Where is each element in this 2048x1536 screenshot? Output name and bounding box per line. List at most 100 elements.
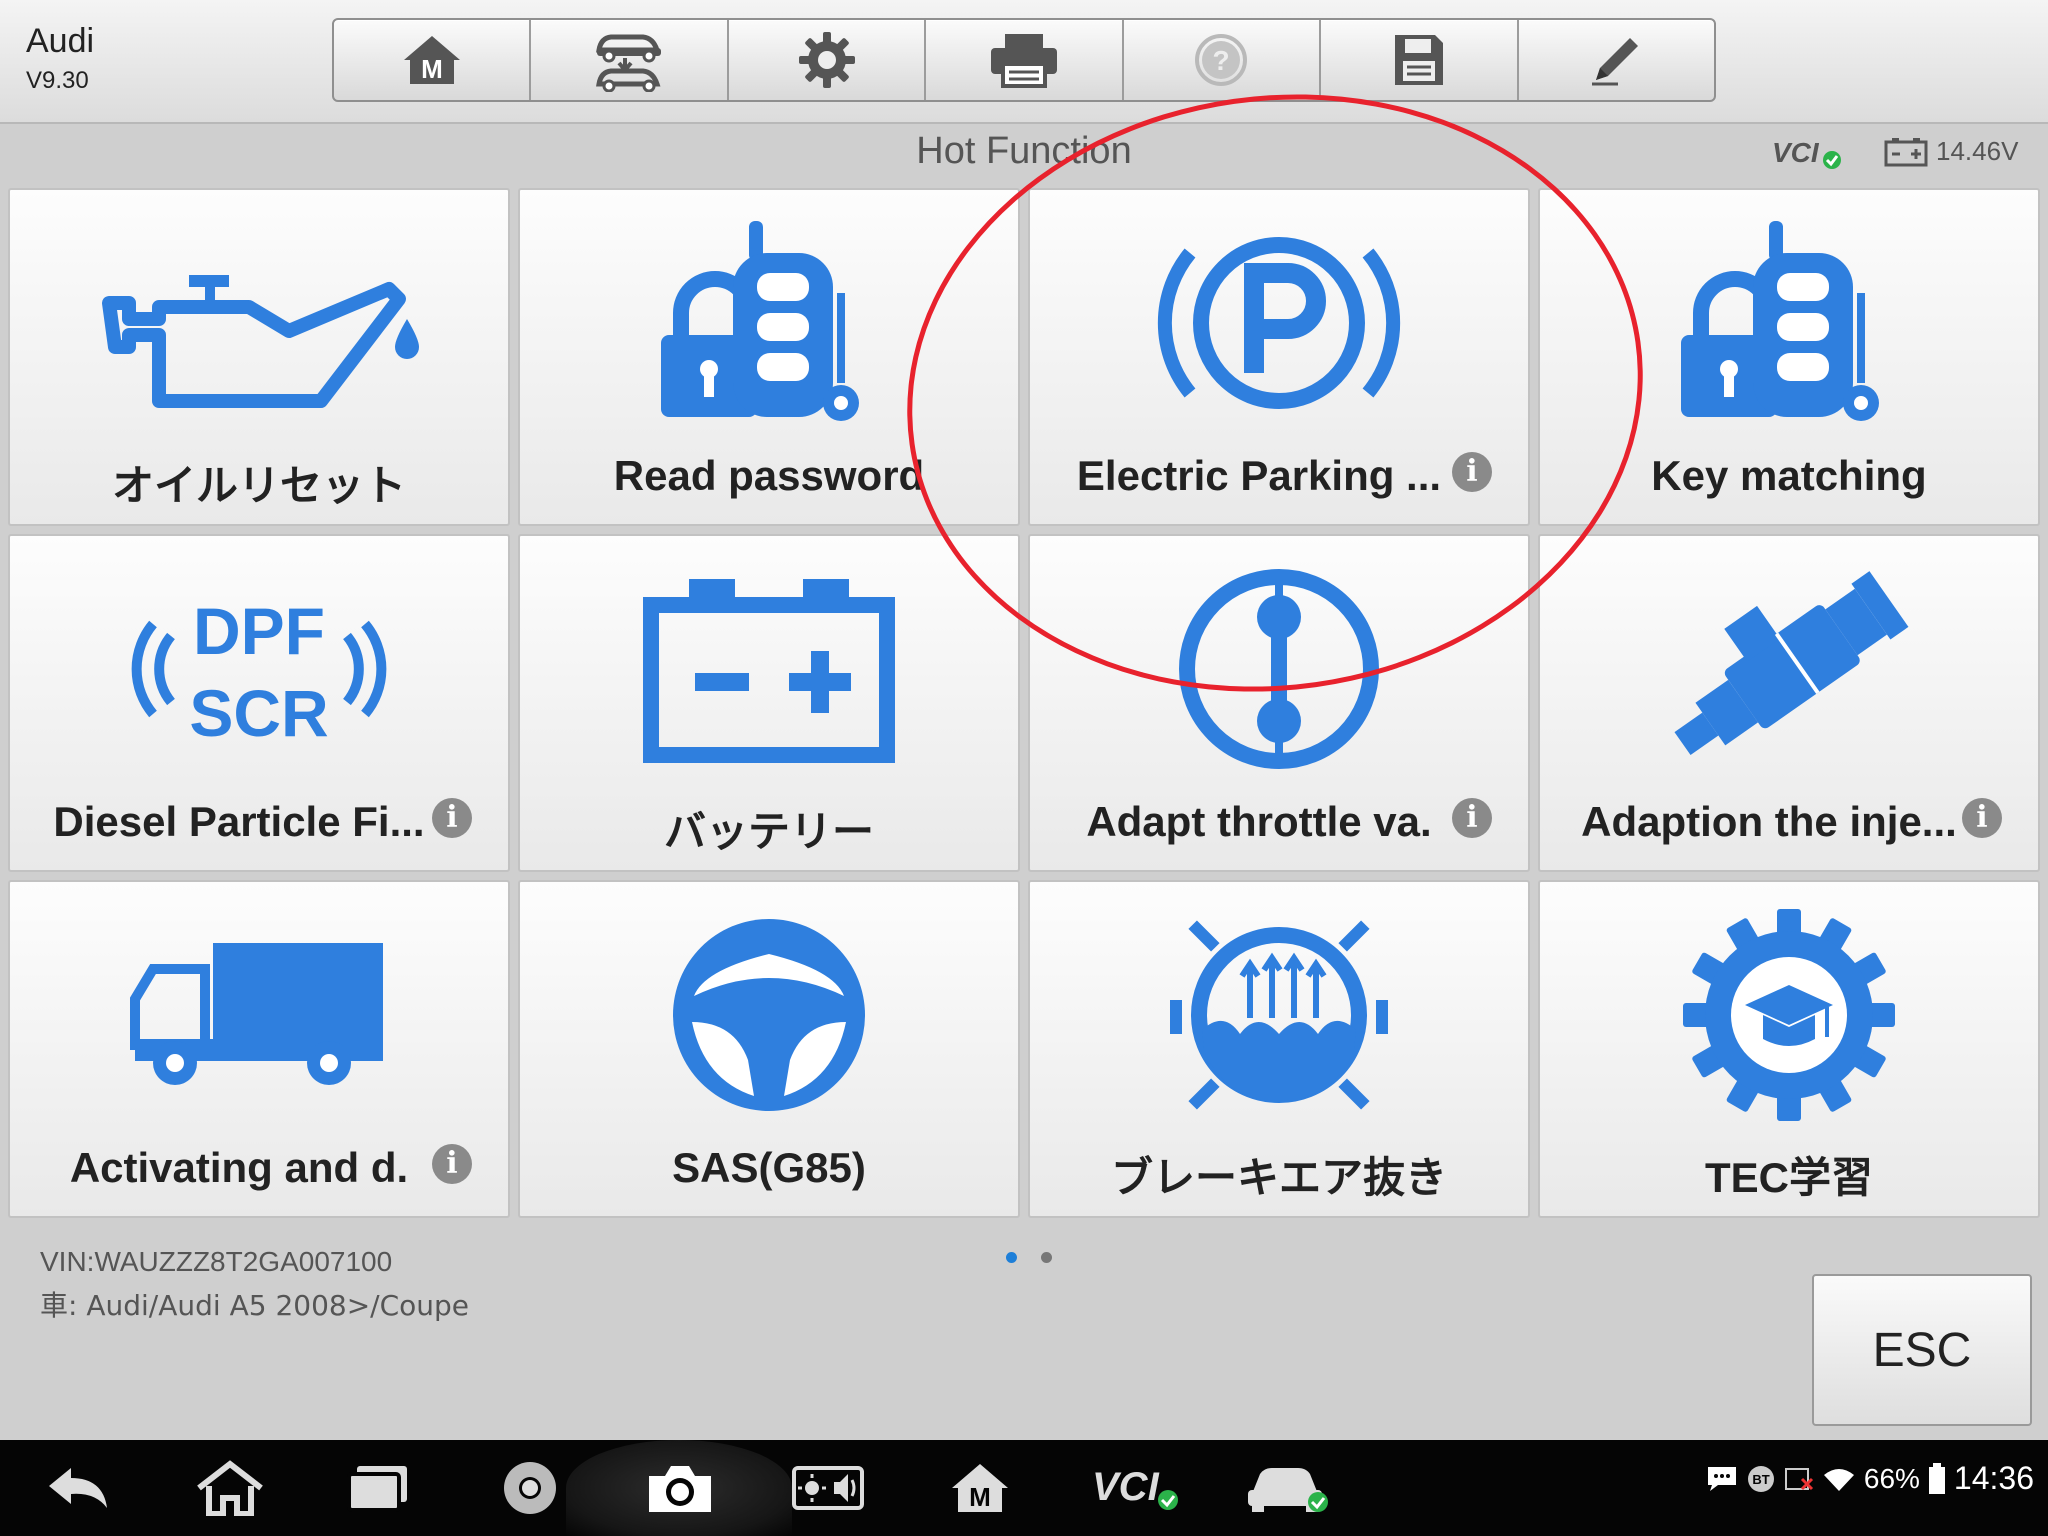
clock: 14:36 xyxy=(1953,1460,2034,1496)
battery-voltage-status: 14.46V xyxy=(1884,136,2018,167)
help-button[interactable]: ? xyxy=(1124,20,1322,100)
info-icon[interactable]: i xyxy=(1452,798,1492,838)
status-tray: BT 66% 14:36 xyxy=(1706,1460,2034,1497)
camera-icon xyxy=(649,1466,711,1512)
tile-label: Read password xyxy=(613,452,925,499)
print-button[interactable] xyxy=(926,20,1124,100)
maxisys-button[interactable]: M xyxy=(942,1454,1018,1522)
svg-text:M: M xyxy=(421,54,443,84)
info-icon[interactable]: i xyxy=(1452,452,1492,492)
dpf-text: DPF xyxy=(193,594,325,668)
camera-button[interactable] xyxy=(642,1454,718,1522)
vehicle-text: 車: Audi/Audi A5 2008>/Coupe xyxy=(40,1289,470,1322)
top-toolbar: M ? xyxy=(332,18,1716,102)
esc-button[interactable]: ESC xyxy=(1812,1274,2032,1426)
vci-button[interactable]: VCI xyxy=(1090,1454,1186,1522)
back-icon xyxy=(49,1468,107,1508)
vci-status-text: VCI xyxy=(1772,137,1820,168)
injector-icon xyxy=(1674,571,1909,756)
save-button[interactable] xyxy=(1321,20,1519,100)
m-home-icon: M xyxy=(403,36,460,84)
page-dot-1[interactable] xyxy=(1006,1252,1017,1263)
home-button[interactable] xyxy=(192,1454,268,1522)
tile-sas-g85[interactable]: SAS(G85) xyxy=(518,880,1020,1218)
info-icon[interactable]: i xyxy=(432,1144,472,1184)
steering-wheel-icon xyxy=(673,919,865,1111)
tile-label: SAS(G85) xyxy=(672,1144,866,1191)
brand-block: Audi V9.30 xyxy=(26,22,94,95)
chrome-button[interactable] xyxy=(492,1454,568,1522)
car-battery-icon xyxy=(1884,137,1928,166)
vehicle-status-button[interactable] xyxy=(1244,1454,1334,1522)
tile-activating[interactable]: Activating and d. i xyxy=(8,880,510,1218)
recent-apps-button[interactable] xyxy=(340,1454,416,1522)
page-dot-2[interactable] xyxy=(1041,1252,1052,1263)
floppy-icon xyxy=(1394,35,1443,85)
message-icon xyxy=(1707,1466,1736,1491)
tile-label: オイルリセット xyxy=(111,462,406,509)
tile-key-matching[interactable]: Key matching xyxy=(1538,188,2040,526)
tile-adaption-injector[interactable]: Adaption the inje... i xyxy=(1538,534,2040,872)
tile-tec-learning[interactable]: TEC学習 xyxy=(1538,880,2040,1218)
oil-can-icon xyxy=(102,275,419,408)
brightness-volume-button[interactable] xyxy=(790,1454,866,1522)
svg-text:M: M xyxy=(969,1482,991,1512)
vci-connected-icon: VCI xyxy=(1772,137,1841,169)
android-system-bar: M VCI BT 66% 14:36 xyxy=(0,1440,2048,1536)
tile-read-password[interactable]: Read password xyxy=(518,188,1020,526)
title-bar: Hot Function VCI 14.46V xyxy=(0,126,2048,180)
bluetooth-text: BT xyxy=(1752,1472,1769,1487)
tile-adapt-throttle[interactable]: Adapt throttle va. i xyxy=(1028,534,1530,872)
edit-button[interactable] xyxy=(1519,20,1714,100)
vci-text: VCI xyxy=(1092,1465,1160,1509)
settings-button[interactable] xyxy=(729,20,927,100)
wifi-icon xyxy=(1823,1468,1854,1491)
page-title: Hot Function xyxy=(916,130,1132,172)
hot-function-grid: オイルリセット Read password Electric Parking .… xyxy=(0,180,2048,1220)
vehicle-swap-icon xyxy=(596,34,662,92)
tile-diesel-particle-filter[interactable]: DPF SCR Diesel Particle Fi... i xyxy=(8,534,510,872)
tile-brake-bleed[interactable]: ブレーキエア抜き xyxy=(1028,880,1530,1218)
help-icon: ? xyxy=(1195,34,1248,86)
truck-icon xyxy=(130,943,383,1085)
page-indicator xyxy=(1006,1252,1052,1263)
battery-percent: 66% xyxy=(1863,1462,1920,1494)
battery-level-icon xyxy=(1928,1462,1945,1494)
key-fob-icon xyxy=(1681,221,1879,421)
software-version: V9.30 xyxy=(26,67,89,94)
tile-battery[interactable]: バッテリー xyxy=(518,534,1020,872)
gear-icon xyxy=(798,32,855,88)
vehicle-swap-button[interactable] xyxy=(531,20,729,100)
voltage-readout: 14.46V xyxy=(1936,136,2019,166)
dpf-scr-icon: DPF SCR xyxy=(131,594,387,750)
vehicle-status-icon xyxy=(1248,1468,1328,1512)
bluetooth-icon: BT xyxy=(1747,1465,1774,1492)
throttle-valve-icon xyxy=(1179,569,1379,769)
battery-icon xyxy=(643,579,895,763)
vci-icon: VCI xyxy=(1092,1465,1178,1510)
pencil-icon xyxy=(1592,38,1639,86)
back-button[interactable] xyxy=(40,1454,116,1522)
recent-apps-icon xyxy=(347,1466,407,1512)
info-icon[interactable]: i xyxy=(432,798,472,838)
tile-label: ブレーキエア抜き xyxy=(1110,1154,1447,1201)
tile-label: TEC学習 xyxy=(1704,1154,1873,1201)
tile-oil-reset[interactable]: オイルリセット xyxy=(8,188,510,526)
vci-status: VCI xyxy=(1770,134,1846,174)
parking-brake-icon xyxy=(1157,237,1401,409)
brake-bleed-icon xyxy=(1170,920,1388,1110)
vin-text: VIN:WAUZZZ8T2GA007100 xyxy=(40,1246,393,1277)
tile-label: Key matching xyxy=(1651,452,1927,499)
tec-learning-gear-icon xyxy=(1683,909,1895,1121)
scr-text: SCR xyxy=(189,676,328,750)
chrome-icon xyxy=(504,1462,556,1514)
info-icon[interactable]: i xyxy=(1962,798,2002,838)
brightness-volume-icon xyxy=(792,1466,864,1510)
vehicle-make: Audi xyxy=(26,22,95,60)
tile-electric-parking[interactable]: Electric Parking ... i xyxy=(1028,188,1530,526)
key-fob-password-icon xyxy=(661,221,859,421)
app-header: Audi V9.30 M ? xyxy=(0,0,2048,124)
home-icon xyxy=(197,1460,263,1516)
home-m-button[interactable]: M xyxy=(334,20,532,100)
tile-label: バッテリー xyxy=(663,808,874,855)
